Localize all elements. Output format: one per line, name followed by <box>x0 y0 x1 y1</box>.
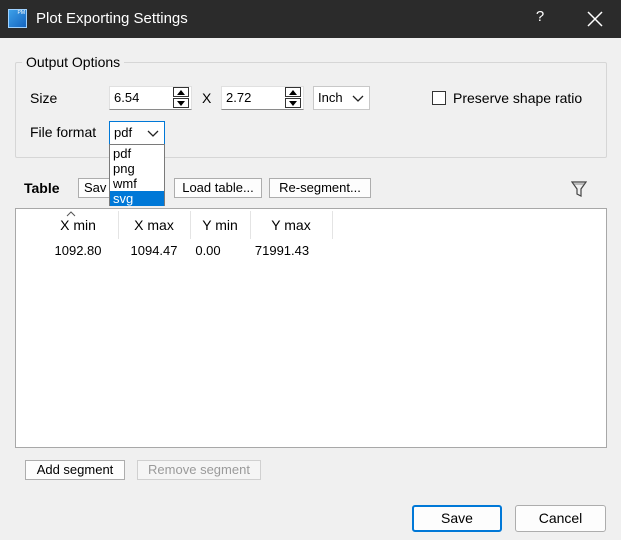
column-header-y-max[interactable]: Y max <box>250 217 332 233</box>
dropdown-option-pdf[interactable]: pdf <box>110 146 164 161</box>
file-format-select[interactable]: pdf <box>109 121 165 145</box>
window-title: Plot Exporting Settings <box>36 10 188 27</box>
height-value[interactable]: 2.72 <box>226 90 251 105</box>
arrow-down-icon <box>289 101 297 106</box>
x-separator-label: X <box>202 90 212 106</box>
preserve-shape-ratio-checkbox[interactable] <box>432 91 446 105</box>
file-format-dropdown-list[interactable]: pdf png wmf svg <box>109 144 165 206</box>
chevron-down-icon <box>352 95 364 102</box>
column-header-x-max[interactable]: X max <box>118 217 190 233</box>
cell-y-min[interactable]: 0.00 <box>180 243 236 258</box>
arrow-up-icon <box>177 90 185 95</box>
cell-x-min[interactable]: 1092.80 <box>38 243 118 258</box>
width-decrement-button[interactable] <box>173 98 189 108</box>
output-options-title: Output Options <box>22 54 125 70</box>
column-header-y-min[interactable]: Y min <box>190 217 250 233</box>
unit-select[interactable]: Inch <box>313 86 370 110</box>
width-spinbox[interactable]: 6.54 <box>109 86 192 110</box>
cancel-button[interactable]: Cancel <box>515 505 606 532</box>
output-options-group <box>15 62 607 158</box>
plot-exporting-settings-dialog: PM Plot Exporting Settings ? Output Opti… <box>0 0 621 540</box>
remove-segment-button[interactable]: Remove segment <box>137 460 261 480</box>
unit-value: Inch <box>318 90 343 105</box>
add-segment-button[interactable]: Add segment <box>25 460 125 480</box>
size-label: Size <box>30 90 58 106</box>
dropdown-option-wmf[interactable]: wmf <box>110 176 164 191</box>
resegment-button[interactable]: Re-segment... <box>269 178 371 198</box>
save-button[interactable]: Save <box>412 505 502 532</box>
table-section-title: Table <box>24 180 60 196</box>
height-decrement-button[interactable] <box>285 98 301 108</box>
segments-table[interactable]: X min X max Y min Y max 1092.80 1094.47 … <box>15 208 607 448</box>
height-spinbox[interactable]: 2.72 <box>221 86 304 110</box>
dropdown-option-png[interactable]: png <box>110 161 164 176</box>
app-icon: PM <box>8 9 27 28</box>
width-value[interactable]: 6.54 <box>114 90 139 105</box>
filter-icon[interactable] <box>571 180 587 198</box>
arrow-down-icon <box>177 101 185 106</box>
close-icon[interactable] <box>584 8 606 30</box>
load-table-button[interactable]: Load table... <box>174 178 262 198</box>
title-bar[interactable]: PM Plot Exporting Settings ? <box>0 0 621 38</box>
width-increment-button[interactable] <box>173 87 189 97</box>
column-divider[interactable] <box>332 211 333 239</box>
height-increment-button[interactable] <box>285 87 301 97</box>
arrow-up-icon <box>289 90 297 95</box>
cell-y-max[interactable]: 71991.43 <box>250 243 314 258</box>
column-header-x-min[interactable]: X min <box>38 217 118 233</box>
dropdown-option-svg[interactable]: svg <box>110 191 164 206</box>
chevron-down-icon <box>147 130 159 137</box>
preserve-shape-ratio-label[interactable]: Preserve shape ratio <box>453 90 582 106</box>
file-format-value: pdf <box>114 125 133 140</box>
file-format-label: File format <box>30 124 97 140</box>
help-button[interactable]: ? <box>532 8 548 28</box>
